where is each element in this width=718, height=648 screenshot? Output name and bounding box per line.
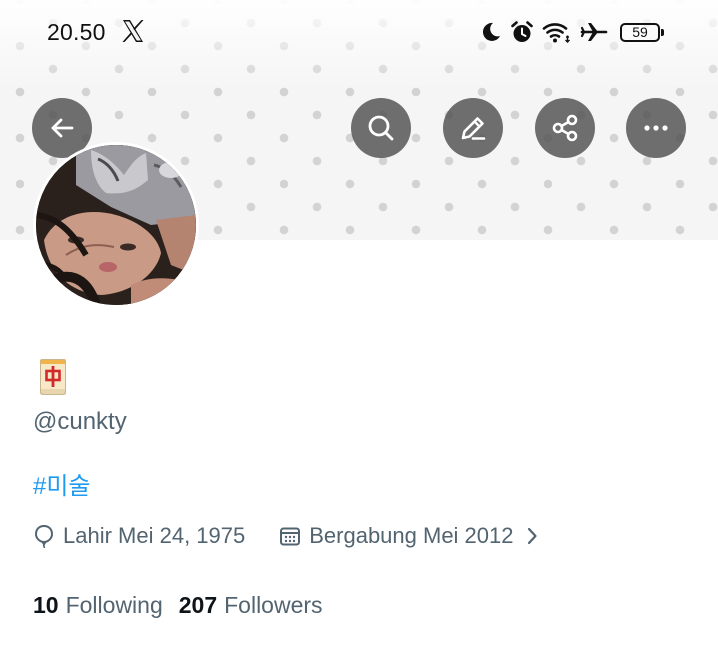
followers-link[interactable]: 207 Followers	[179, 592, 323, 619]
battery-indicator: 59	[620, 22, 664, 42]
alarm-icon	[510, 20, 534, 44]
search-icon	[365, 112, 397, 144]
more-icon	[640, 112, 672, 144]
profile-handle: @cunkty	[33, 408, 127, 435]
mahjong-red-dragon-icon	[39, 357, 67, 397]
status-bar: 20.50 59	[0, 0, 718, 64]
following-count: 10	[33, 592, 59, 618]
following-label: Following	[65, 592, 163, 618]
x-logo-icon	[121, 18, 145, 44]
followers-count: 207	[178, 592, 218, 618]
joined-date-text: Bergabung Mei 2012	[309, 523, 514, 548]
calendar-icon	[279, 525, 309, 547]
profile-meta-row: Lahir Mei 24, 1975 Bergabung Mei 2012	[33, 520, 546, 552]
status-icons: 59	[480, 17, 664, 47]
wifi-icon	[542, 20, 572, 44]
follow-stats: 10 Following 207 Followers	[33, 592, 323, 622]
more-options-button[interactable]	[626, 98, 686, 158]
chevron-right-icon	[526, 526, 546, 546]
back-arrow-icon	[47, 113, 77, 143]
search-button[interactable]	[351, 98, 411, 158]
bio-hashtag-link[interactable]: #미술	[33, 466, 91, 501]
followers-label: Followers	[224, 592, 323, 618]
edit-profile-button[interactable]	[443, 98, 503, 158]
birth-date: Lahir Mei 24, 1975	[33, 523, 245, 549]
profile-screen: 20.50 59 @cunkty #미술 Lahir Mei 24, 1975 …	[0, 0, 718, 648]
birth-date-text: Lahir Mei 24, 1975	[63, 523, 246, 548]
joined-date[interactable]: Bergabung Mei 2012	[279, 523, 545, 549]
avatar[interactable]	[33, 142, 199, 308]
share-button[interactable]	[535, 98, 595, 158]
following-link[interactable]: 10 Following	[33, 592, 163, 619]
airplane-icon	[580, 20, 608, 44]
avatar-photo	[36, 145, 196, 305]
status-time: 20.50	[47, 19, 106, 45]
balloon-icon	[33, 524, 63, 548]
edit-icon	[457, 112, 489, 144]
moon-icon	[480, 21, 502, 43]
share-icon	[549, 112, 581, 144]
